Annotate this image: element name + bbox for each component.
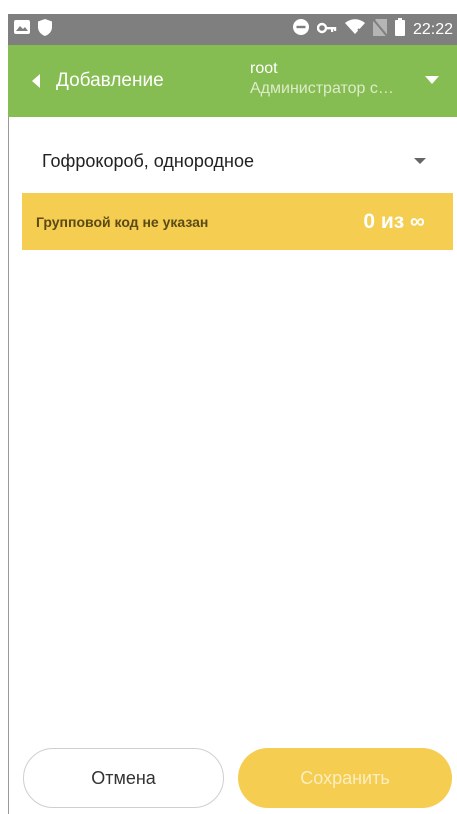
package-type-value: Гофрокороб, однородное — [42, 150, 254, 171]
cancel-button[interactable]: Отмена — [23, 748, 224, 808]
status-bar-right: 22:22 — [292, 17, 453, 41]
user-role: Администратор с… — [250, 80, 394, 97]
user-info[interactable]: root Администратор с… — [250, 60, 410, 100]
group-code-count: 0 из ∞ — [363, 209, 425, 233]
status-bar: 22:22 — [8, 14, 457, 45]
wifi-off-icon — [344, 19, 365, 40]
save-button[interactable]: Сохранить — [238, 748, 452, 808]
no-sim-icon — [372, 17, 388, 41]
package-type-select[interactable]: Гофрокороб, однородное — [22, 138, 434, 184]
app-bar-title: Добавление — [56, 70, 164, 91]
user-name: root — [250, 60, 278, 77]
group-code-status-bar: Групповой код не указан 0 из ∞ — [22, 193, 453, 250]
do-not-disturb-icon — [292, 19, 309, 40]
status-time: 22:22 — [412, 20, 453, 38]
battery-icon — [394, 18, 405, 41]
group-code-status-text: Групповой код не указан — [36, 213, 209, 230]
gallery-icon — [14, 20, 30, 39]
vpn-key-icon — [316, 21, 337, 39]
dropdown-arrow-icon — [414, 158, 426, 164]
chevron-down-icon[interactable] — [425, 76, 439, 84]
back-button[interactable]: Добавление — [8, 45, 164, 117]
back-arrow-icon — [32, 74, 40, 88]
shield-icon — [38, 18, 52, 41]
app-bar: Добавление root Администратор с… — [8, 45, 457, 117]
status-bar-left — [14, 18, 52, 41]
